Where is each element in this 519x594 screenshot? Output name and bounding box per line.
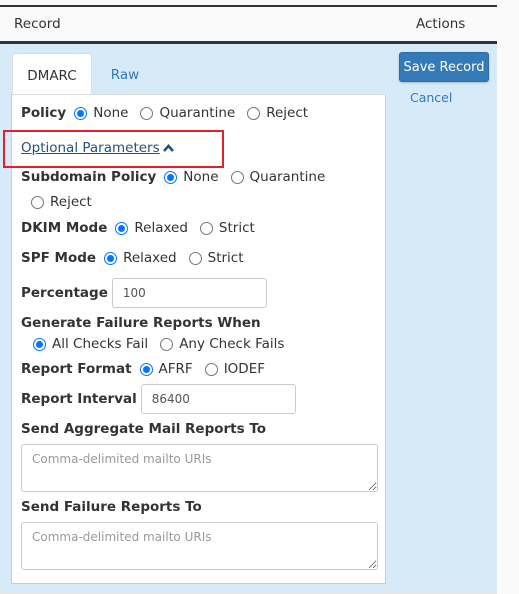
subdomain-policy-label: Subdomain Policy [21, 169, 157, 185]
percentage-input[interactable] [111, 278, 267, 308]
column-header-actions: Actions [416, 16, 466, 32]
failure-reports-label-row: Send Failure Reports To [21, 499, 202, 515]
report-interval-input[interactable] [140, 384, 296, 414]
percentage-label: Percentage [21, 285, 108, 301]
table-header: Record Actions [0, 7, 497, 42]
tab-raw[interactable]: Raw [92, 53, 158, 95]
radio-icon[interactable] [188, 251, 202, 265]
dkim-mode-label: DKIM Mode [21, 220, 108, 236]
policy-label: Policy [21, 105, 67, 121]
aggregate-reports-textarea[interactable] [21, 444, 378, 492]
subdomain-reject-radio[interactable]: Reject [31, 194, 92, 210]
all-checks-fail-radio[interactable]: All Checks Fail [33, 336, 148, 352]
radio-icon[interactable] [140, 106, 154, 120]
radio-icon[interactable] [247, 106, 261, 120]
failure-reports-when-row: Generate Failure Reports When [21, 315, 261, 331]
radio-checked-icon[interactable] [104, 251, 118, 265]
spf-strict-radio[interactable]: Strict [188, 250, 244, 266]
dkim-relaxed-radio[interactable]: Relaxed [115, 220, 188, 236]
radio-icon[interactable] [199, 221, 213, 235]
iodef-radio[interactable]: IODEF [204, 361, 265, 377]
afrf-radio[interactable]: AFRF [139, 361, 193, 377]
report-format-label: Report Format [21, 361, 132, 377]
subdomain-policy-row-2: Reject [31, 194, 92, 210]
any-check-fails-radio[interactable]: Any Check Fails [160, 336, 284, 352]
dkim-mode-row: DKIM Mode Relaxed Strict [21, 220, 255, 236]
failure-reports-textarea[interactable] [21, 522, 378, 570]
save-record-button[interactable]: Save Record [399, 52, 489, 82]
radio-checked-icon[interactable] [74, 106, 88, 120]
failure-reports-label: Send Failure Reports To [21, 499, 202, 515]
radio-icon[interactable] [31, 195, 44, 209]
aggregate-reports-label: Send Aggregate Mail Reports To [21, 421, 267, 437]
spf-relaxed-radio[interactable]: Relaxed [104, 250, 177, 266]
radio-icon[interactable] [204, 362, 218, 376]
radio-checked-icon[interactable] [164, 170, 178, 184]
policy-row: Policy None Quarantine Reject [21, 105, 308, 121]
failure-reports-when-label: Generate Failure Reports When [21, 315, 261, 331]
report-interval-label: Report Interval [21, 391, 137, 407]
subdomain-quarantine-radio[interactable]: Quarantine [230, 169, 325, 185]
report-interval-row: Report Interval [21, 384, 296, 414]
radio-icon[interactable] [160, 337, 174, 351]
subdomain-policy-row: Subdomain Policy None Quarantine [21, 169, 325, 185]
radio-checked-icon[interactable] [33, 337, 46, 351]
subdomain-none-radio[interactable]: None [164, 169, 219, 185]
tab-dmarc[interactable]: DMARC [12, 53, 92, 95]
policy-quarantine-radio[interactable]: Quarantine [140, 105, 235, 121]
policy-none-radio[interactable]: None [74, 105, 128, 121]
dkim-strict-radio[interactable]: Strict [199, 220, 255, 236]
highlight-annotation-box [3, 130, 224, 168]
report-format-row: Report Format AFRF IODEF [21, 361, 265, 377]
radio-icon[interactable] [230, 170, 244, 184]
record-edit-panel: DMARC Raw Policy None Quarantine Reject … [0, 44, 497, 594]
failure-reports-when-options: All Checks Fail Any Check Fails [33, 336, 284, 352]
spf-mode-label: SPF Mode [21, 250, 97, 266]
radio-checked-icon[interactable] [115, 221, 129, 235]
percentage-row: Percentage [21, 278, 267, 308]
policy-reject-radio[interactable]: Reject [247, 105, 308, 121]
column-header-record: Record [14, 16, 61, 32]
cancel-link[interactable]: Cancel [410, 90, 452, 105]
spf-mode-row: SPF Mode Relaxed Strict [21, 250, 244, 266]
aggregate-reports-label-row: Send Aggregate Mail Reports To [21, 421, 266, 437]
radio-checked-icon[interactable] [139, 362, 153, 376]
